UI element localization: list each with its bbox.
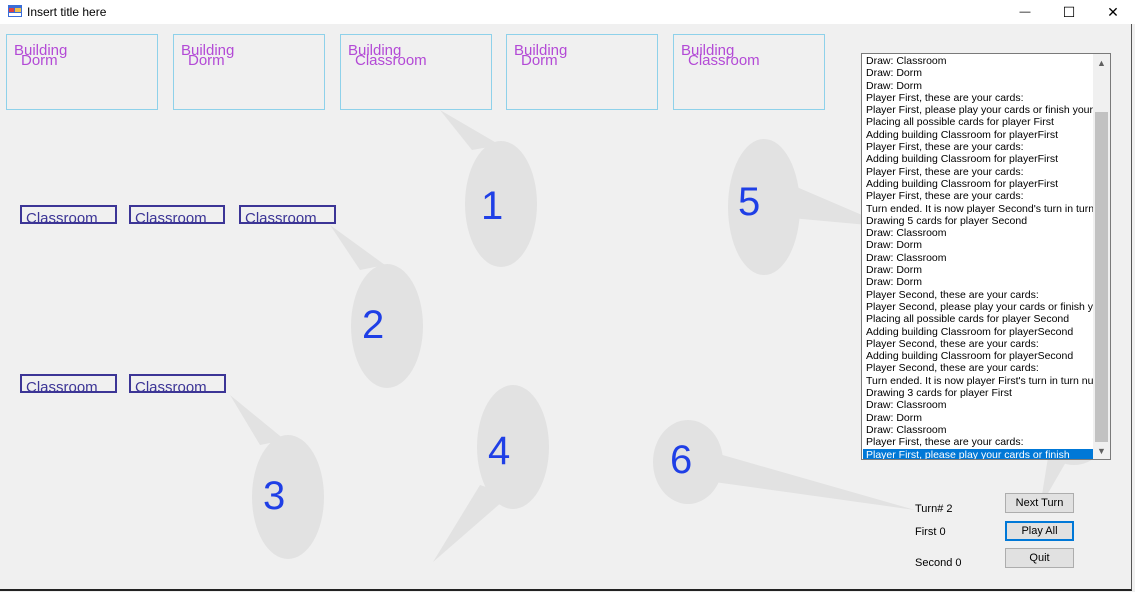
game-log-listbox[interactable]: Draw: Classroom Draw: Dorm Draw: Dorm Playe… <box>861 53 1111 460</box>
log-entry[interactable]: Player First, these are your cards: <box>863 141 1093 153</box>
hand-card[interactable]: Classroom <box>20 205 117 224</box>
building-slot-4[interactable]: Building Dorm <box>506 34 658 110</box>
callout-number: 1 <box>481 184 504 228</box>
hand-card[interactable]: Classroom <box>129 205 225 224</box>
building-slot-2[interactable]: Building Dorm <box>173 34 325 110</box>
log-scrollbar[interactable]: ▲ ▼ <box>1093 54 1110 459</box>
building-slot-3[interactable]: Building Classroom <box>340 34 492 110</box>
callout-4: 4 <box>430 385 555 565</box>
log-entry[interactable]: Adding building Classroom for playerFirs… <box>863 129 1093 141</box>
maximize-button[interactable]: ☐ <box>1047 0 1091 24</box>
building-slot-1[interactable]: Building Dorm <box>6 34 158 110</box>
callout-number: 4 <box>488 429 511 473</box>
minimize-icon: — <box>1019 6 1031 18</box>
log-entry[interactable]: Draw: Dorm <box>863 264 1093 276</box>
title-bar[interactable]: Insert title here — ☐ ✕ <box>0 0 1135 24</box>
maximize-icon: ☐ <box>1062 3 1076 20</box>
callout-shape <box>433 385 549 562</box>
log-entry[interactable]: Player First, these are your cards: <box>863 166 1093 178</box>
app-window-icon <box>8 5 22 17</box>
scroll-thumb[interactable] <box>1095 112 1108 442</box>
log-entry[interactable]: Adding building Classroom for playerFirs… <box>863 178 1093 190</box>
hand-card[interactable]: Classroom <box>20 374 117 393</box>
callout-2: 2 <box>320 220 430 390</box>
hand-card[interactable]: Classroom <box>129 374 226 393</box>
quit-button[interactable]: Quit <box>1005 548 1074 568</box>
log-entry[interactable]: Turn ended. It is now player Second's tu… <box>863 203 1093 215</box>
game-log-list: Draw: Classroom Draw: Dorm Draw: Dorm Playe… <box>863 55 1093 459</box>
player-second-score: Second 0 <box>915 557 962 569</box>
log-entry[interactable]: Player First, please play your cards or … <box>863 448 1093 459</box>
log-entry[interactable]: Draw: Dorm <box>863 412 1093 424</box>
callout-3: 3 <box>225 390 335 565</box>
log-entry[interactable]: Turn ended. It is now player First's tur… <box>863 375 1093 387</box>
log-entry[interactable]: Draw: Dorm <box>863 80 1093 92</box>
log-entry[interactable]: Player First, these are your cards: <box>863 436 1093 448</box>
log-entry[interactable]: Draw: Classroom <box>863 399 1093 411</box>
log-entry[interactable]: Adding building Classroom for playerFirs… <box>863 153 1093 165</box>
log-entry[interactable]: Placing all possible cards for player Se… <box>863 313 1093 325</box>
log-entry[interactable]: Draw: Classroom <box>863 424 1093 436</box>
log-entry[interactable]: Player Second, these are your cards: <box>863 362 1093 374</box>
log-entry[interactable]: Draw: Dorm <box>863 239 1093 251</box>
log-entry[interactable]: Draw: Classroom <box>863 55 1093 67</box>
scroll-down-arrow-icon[interactable]: ▼ <box>1093 442 1110 459</box>
callout-number: 6 <box>670 438 693 482</box>
close-button[interactable]: ✕ <box>1091 0 1135 24</box>
scroll-up-arrow-icon[interactable]: ▲ <box>1093 54 1110 71</box>
log-entry[interactable]: Drawing 3 cards for player First <box>863 387 1093 399</box>
log-entry[interactable]: Drawing 5 cards for player Second <box>863 215 1093 227</box>
minimize-button[interactable]: — <box>1003 0 1047 24</box>
log-entry[interactable]: Adding building Classroom for playerSeco… <box>863 350 1093 362</box>
hand-card[interactable]: Classroom <box>239 205 336 224</box>
building-type: Dorm <box>521 52 558 69</box>
log-entry[interactable]: Player First, these are your cards: <box>863 190 1093 202</box>
log-entry[interactable]: Player Second, these are your cards: <box>863 289 1093 301</box>
building-type: Classroom <box>688 52 760 69</box>
building-type: Dorm <box>21 52 58 69</box>
log-entry[interactable]: Draw: Classroom <box>863 227 1093 239</box>
log-entry[interactable]: Draw: Dorm <box>863 276 1093 288</box>
player-first-score: First 0 <box>915 526 946 538</box>
building-type: Dorm <box>188 52 225 69</box>
log-entry[interactable]: Adding building Classroom for playerSeco… <box>863 326 1093 338</box>
callout-1: 1 <box>420 100 550 280</box>
callout-number: 3 <box>263 474 286 518</box>
building-type: Classroom <box>355 52 427 69</box>
log-entry[interactable]: Player Second, please play your cards or… <box>863 301 1093 313</box>
log-entry[interactable]: Player First, these are your cards: <box>863 92 1093 104</box>
callout-number: 5 <box>738 180 761 224</box>
turn-number-label: Turn# 2 <box>915 503 953 515</box>
play-all-button[interactable]: Play All <box>1005 521 1074 541</box>
next-turn-button[interactable]: Next Turn <box>1005 493 1074 513</box>
building-slot-5[interactable]: Building Classroom <box>673 34 825 110</box>
log-entry[interactable]: Placing all possible cards for player Fi… <box>863 116 1093 128</box>
log-entry[interactable]: Draw: Dorm <box>863 67 1093 79</box>
window-title: Insert title here <box>27 5 107 19</box>
log-entry[interactable]: Player First, please play your cards or … <box>863 104 1093 116</box>
log-entry[interactable]: Draw: Classroom <box>863 252 1093 264</box>
log-entry[interactable]: Player Second, these are your cards: <box>863 338 1093 350</box>
callout-number: 2 <box>362 303 385 347</box>
close-icon: ✕ <box>1107 3 1119 20</box>
